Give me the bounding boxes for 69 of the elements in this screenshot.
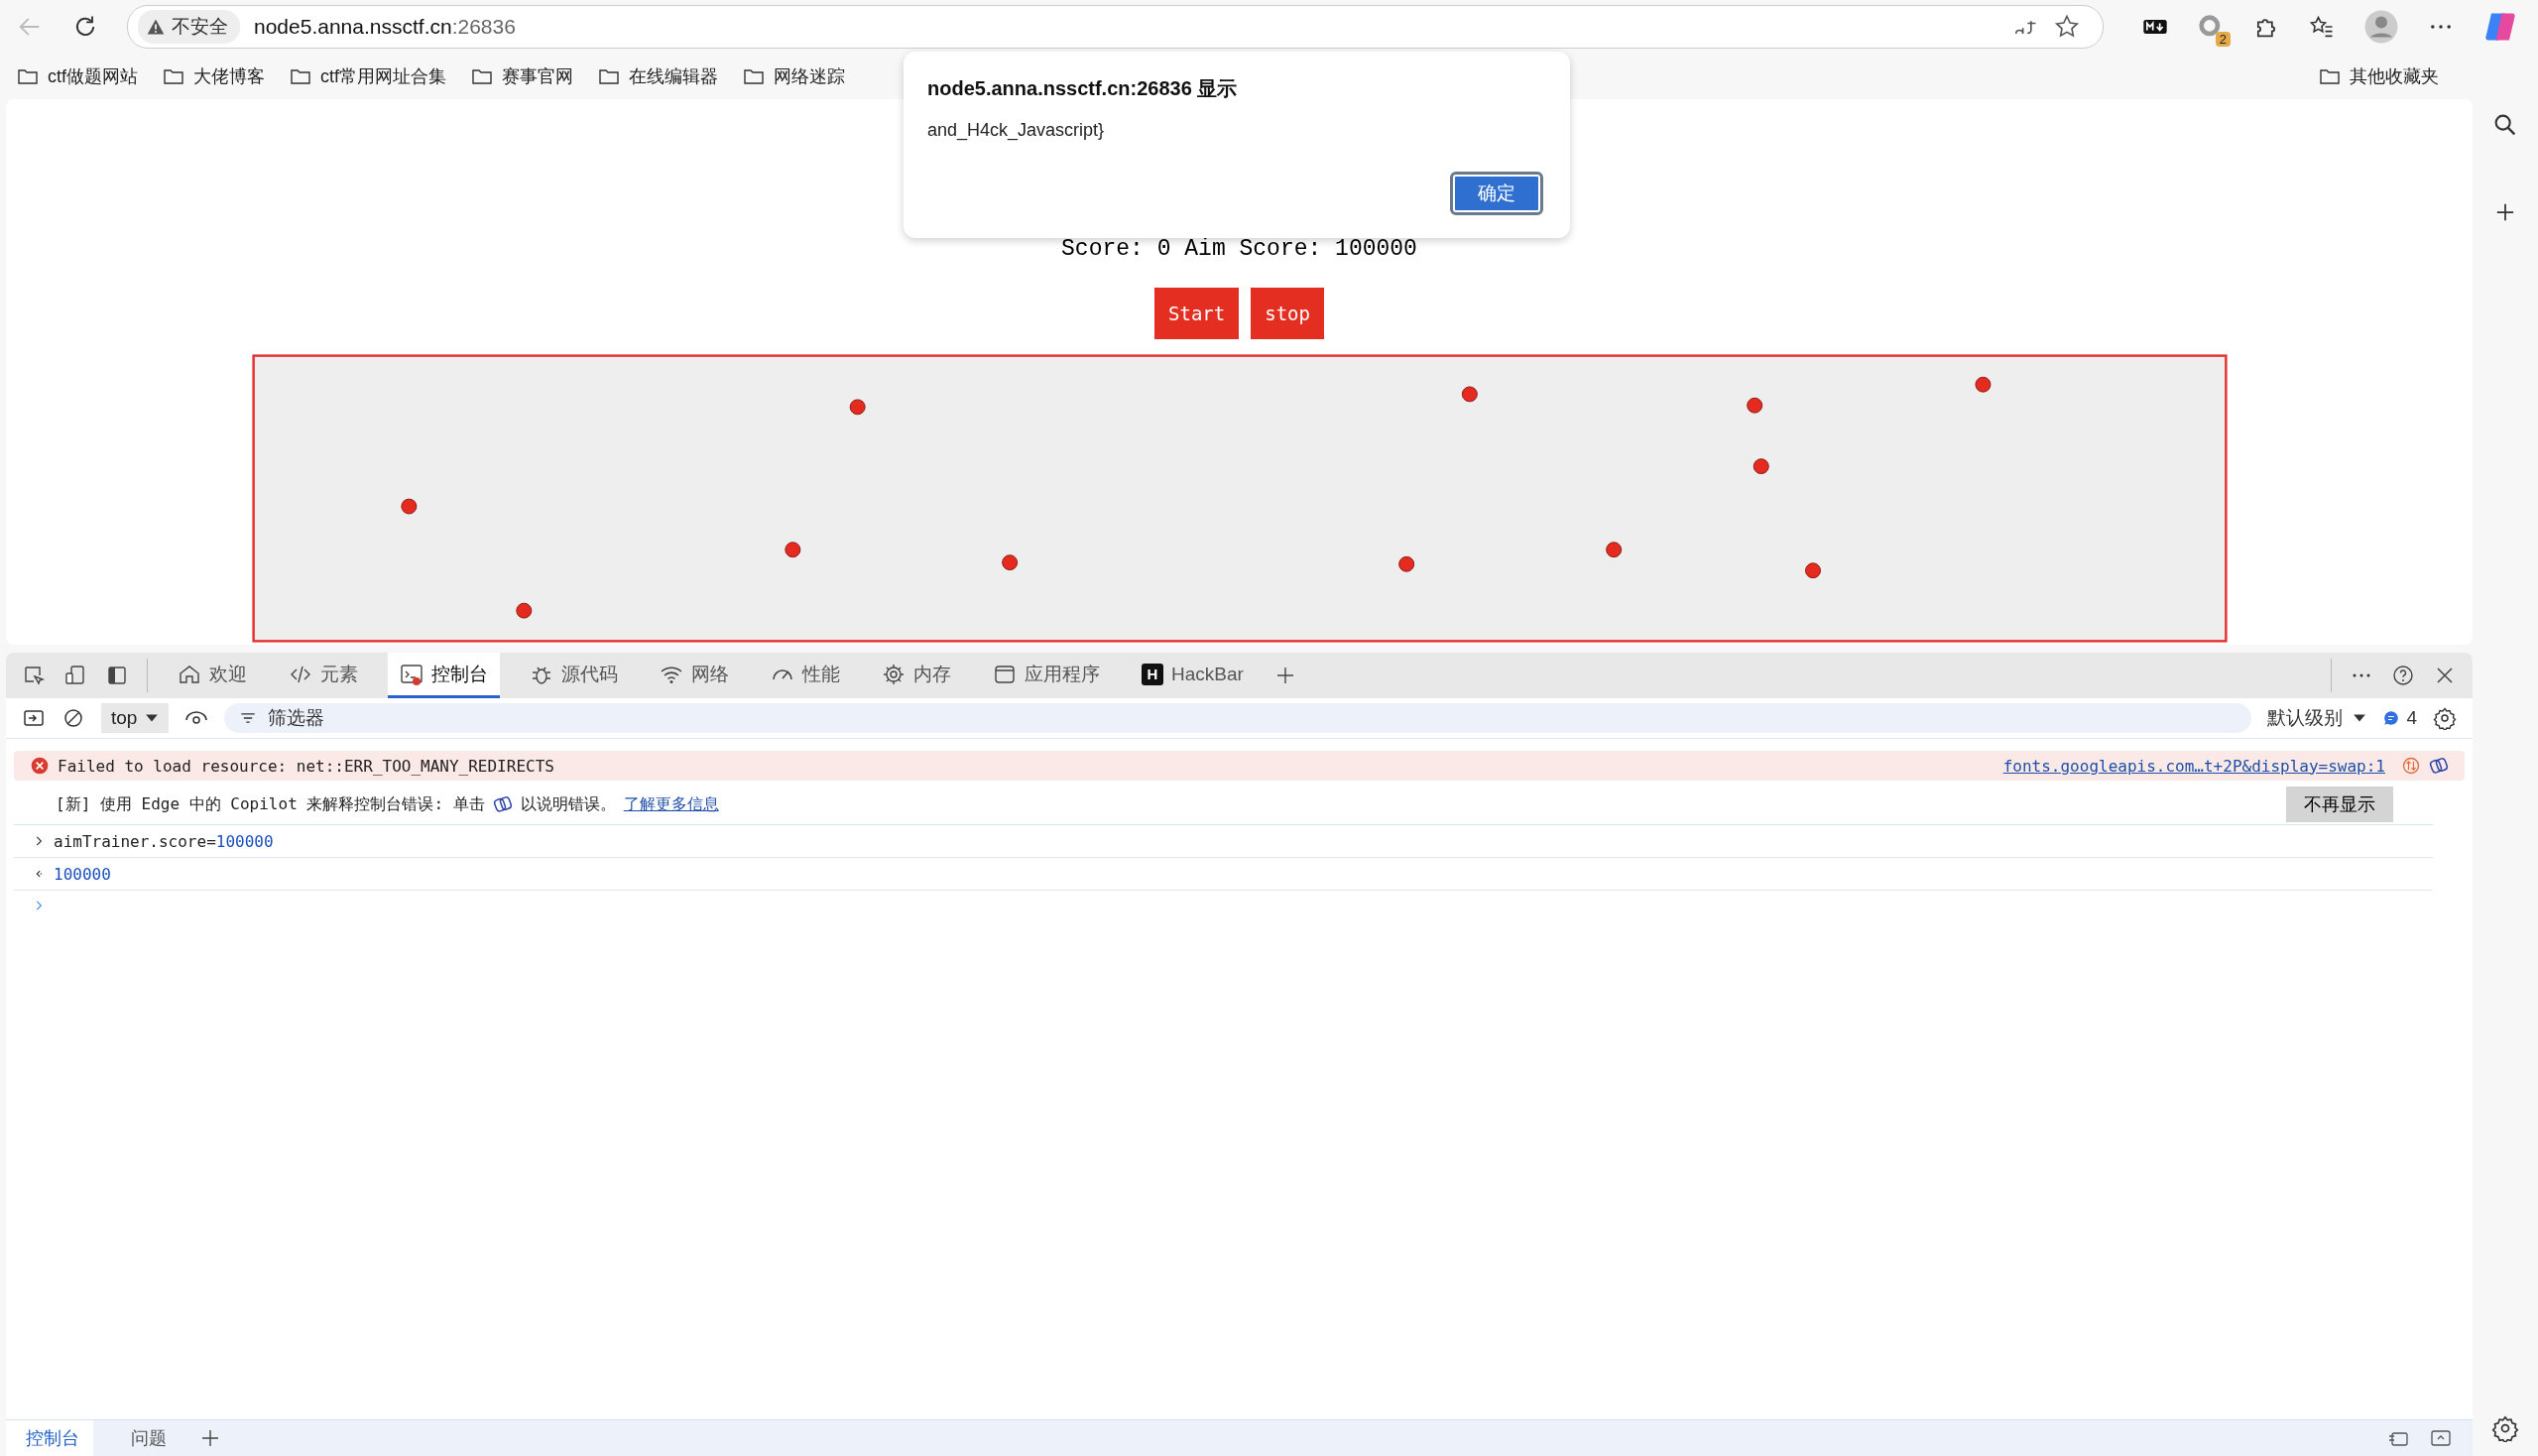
- target-dot[interactable]: [1001, 554, 1018, 571]
- warning-icon: [146, 17, 166, 37]
- level-dropdown[interactable]: 默认级别: [2267, 705, 2367, 731]
- copilot-icon[interactable]: [492, 794, 513, 814]
- clear-icon[interactable]: [61, 706, 85, 730]
- security-label[interactable]: 不安全: [138, 10, 240, 44]
- device-icon[interactable]: [63, 664, 87, 687]
- bookmark-item[interactable]: 其他收藏夹: [2318, 64, 2439, 88]
- target-dot[interactable]: [1804, 562, 1821, 579]
- settings-icon[interactable]: [2433, 706, 2457, 730]
- bookmark-item[interactable]: 大佬博客: [162, 64, 265, 88]
- devtools-tab[interactable]: 网络: [648, 653, 741, 698]
- url-text: node5.anna.nssctf.cn:26836: [254, 15, 516, 39]
- target-dot[interactable]: [1746, 397, 1762, 414]
- context-dropdown[interactable]: top: [101, 703, 170, 733]
- chat-icon: [2382, 709, 2401, 727]
- devtools-tab[interactable]: 应用程序: [981, 653, 1112, 698]
- error-text: Failed to load resource: net::ERR_TOO_MANY_REDIRECTS: [58, 756, 554, 776]
- command-text: aimTrainer.score=100000: [54, 831, 274, 851]
- devtools-tab[interactable]: H HackBar: [1130, 653, 1256, 698]
- dismiss-button[interactable]: 不再显示: [2286, 787, 2393, 822]
- target-dot[interactable]: [849, 399, 866, 416]
- dialog-title: node5.anna.nssctf.cn:26836 显示: [927, 76, 1239, 101]
- bookmark-item[interactable]: ctf做题网站: [16, 64, 138, 88]
- help-icon[interactable]: [2391, 664, 2415, 687]
- address-bar[interactable]: 不安全 node5.anna.nssctf.cn:26836: [127, 5, 2104, 49]
- message-count[interactable]: 4: [2382, 707, 2417, 729]
- target-dot[interactable]: [1461, 386, 1478, 403]
- devtools-tab[interactable]: 元素: [277, 653, 370, 698]
- devtools-tab[interactable]: 内存: [870, 653, 963, 698]
- bookmark-item[interactable]: 网络迷踪: [742, 64, 846, 88]
- network-icon[interactable]: [2401, 756, 2421, 776]
- ok-button[interactable]: 确定: [1453, 175, 1540, 212]
- learn-more-link[interactable]: 了解更多信息: [623, 793, 719, 815]
- game-button[interactable]: stop: [1251, 288, 1324, 339]
- profile-icon[interactable]: [2363, 9, 2399, 45]
- console-icon: [400, 662, 423, 686]
- source-link[interactable]: fonts.googleapis.com…t+2P&display=swap:1: [2002, 756, 2385, 776]
- target-dot[interactable]: [515, 602, 532, 619]
- dialog-message: and_H4ck_Javascript}: [927, 120, 1106, 141]
- gear-icon: [882, 662, 906, 686]
- target-dot[interactable]: [1974, 376, 1991, 393]
- game-button[interactable]: Start: [1154, 288, 1240, 339]
- drawer-tab[interactable]: 问题: [111, 1420, 181, 1456]
- target-dot[interactable]: [1605, 542, 1622, 558]
- hackbar-logo: H: [1142, 663, 1163, 685]
- bookmark-item[interactable]: 在线编辑器: [597, 64, 719, 88]
- drawer-tab[interactable]: 控制台: [6, 1420, 93, 1456]
- devtools-tab[interactable]: 欢迎: [166, 653, 259, 698]
- target-dot[interactable]: [400, 498, 417, 515]
- error-icon: [30, 756, 50, 776]
- filter-field[interactable]: 筛选器: [224, 703, 2252, 733]
- devtools-tab[interactable]: 控制台: [388, 653, 500, 698]
- target-dot[interactable]: [784, 542, 800, 558]
- devtools-tab[interactable]: 性能: [759, 653, 852, 698]
- inspect-icon[interactable]: [22, 664, 46, 687]
- target-dot[interactable]: [1752, 458, 1769, 475]
- panel-icon[interactable]: [105, 664, 129, 687]
- settings-icon[interactable]: [2491, 1414, 2519, 1442]
- bookmark-item[interactable]: ctf常用网址合集: [289, 64, 447, 88]
- target-dot[interactable]: [1397, 555, 1414, 572]
- devtools-tab[interactable]: 源代码: [518, 653, 630, 698]
- result-text: 100000: [54, 864, 111, 884]
- score-text: Score: 0 Aim Score: 100000: [1061, 236, 1417, 264]
- copilot-icon[interactable]: [2429, 756, 2449, 776]
- bookmark-item[interactable]: 赛事官网: [470, 64, 574, 88]
- extension-badge: 2: [2215, 32, 2231, 47]
- tip-text: 以说明错误。: [520, 793, 616, 815]
- tip-text: [新] 使用 Edge 中的 Copilot 来解释控制台错误: 单击: [56, 793, 485, 815]
